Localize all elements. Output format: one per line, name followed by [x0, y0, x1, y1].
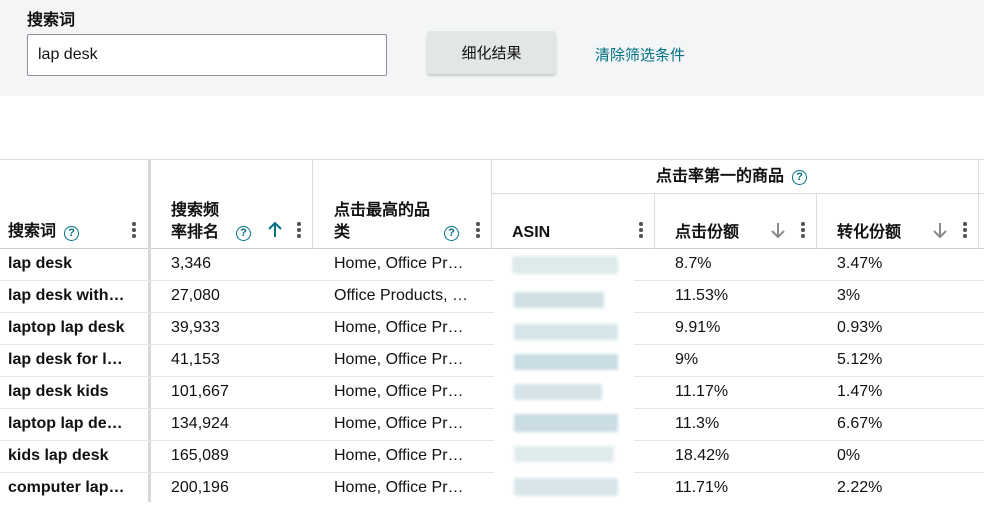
search-terms-table: 搜索词 ? 搜索频 率排名 ? 点击最高的品 类 ? 点击率第一的商品 ? AS…: [0, 159, 984, 502]
column-divider: [978, 159, 979, 249]
header-asin[interactable]: ASIN: [512, 222, 550, 244]
header-top-category-line1[interactable]: 点击最高的品: [334, 200, 430, 222]
header-click-share[interactable]: 点击份额: [675, 222, 739, 244]
click-share-cell: 9%: [675, 351, 699, 368]
clear-filters-link[interactable]: 清除筛选条件: [595, 44, 685, 65]
search-rank-cell: 134,924: [171, 415, 229, 432]
click-share-cell: 18.42%: [675, 447, 730, 464]
search-term-cell[interactable]: kids lap desk: [8, 441, 138, 472]
search-rank-cell: 165,089: [171, 447, 229, 464]
column-divider: [491, 159, 492, 249]
help-icon[interactable]: ?: [236, 226, 251, 241]
table-row: lap desk for l… 41,153 Home, Office Pr… …: [0, 345, 984, 377]
column-divider: [816, 194, 817, 249]
category-cell: Home, Office Pr…: [334, 415, 464, 432]
search-term-cell[interactable]: lap desk kids: [8, 377, 138, 408]
column-divider: [654, 194, 655, 249]
click-share-cell: 11.53%: [675, 287, 729, 304]
search-term-input[interactable]: [27, 34, 387, 76]
conversion-share-cell: 6.67%: [837, 415, 883, 432]
column-menu-icon[interactable]: [801, 222, 805, 238]
category-cell: Home, Office Pr…: [334, 319, 464, 336]
header-conversion-share[interactable]: 转化份额: [837, 222, 901, 244]
group-header-divider: [492, 193, 984, 194]
conversion-share-cell: 3%: [837, 287, 861, 304]
header-top-category-line2[interactable]: 类: [334, 222, 350, 244]
search-rank-cell: 101,667: [171, 383, 229, 400]
group-header-top-clicked-product: 点击率第一的商品: [656, 168, 785, 185]
help-icon[interactable]: ?: [444, 226, 459, 241]
click-share-cell: 11.17%: [675, 383, 729, 400]
click-share-cell: 11.3%: [675, 415, 720, 432]
search-term-cell[interactable]: lap desk for l…: [8, 345, 138, 376]
search-term-label: 搜索词: [27, 12, 76, 29]
column-menu-icon[interactable]: [132, 222, 136, 238]
conversion-share-cell: 1.47%: [837, 383, 883, 400]
search-rank-cell: 27,080: [171, 287, 220, 304]
search-term-cell[interactable]: laptop lap de…: [8, 409, 138, 440]
column-menu-icon[interactable]: [963, 222, 967, 238]
category-cell: Home, Office Pr…: [334, 255, 464, 272]
table-row: lap desk 3,346 Home, Office Pr… 8.7% 3.4…: [0, 249, 984, 281]
asin-redacted-block: [494, 250, 634, 502]
conversion-share-cell: 0%: [837, 447, 861, 464]
help-icon[interactable]: ?: [792, 170, 807, 185]
table-row: lap desk kids 101,667 Home, Office Pr… 1…: [0, 377, 984, 409]
header-search-freq-rank-line2[interactable]: 率排名: [171, 222, 219, 244]
search-rank-cell: 41,153: [171, 351, 220, 368]
header-search-term[interactable]: 搜索词: [8, 221, 56, 243]
table-row: laptop lap desk 39,933 Home, Office Pr… …: [0, 313, 984, 345]
header-search-freq-rank-line1[interactable]: 搜索频: [171, 200, 219, 222]
table-row: computer lap… 200,196 Home, Office Pr… 1…: [0, 473, 984, 505]
search-term-cell[interactable]: lap desk: [8, 249, 138, 280]
click-share-cell: 8.7%: [675, 255, 712, 272]
help-icon[interactable]: ?: [64, 226, 79, 241]
search-term-cell[interactable]: laptop lap desk: [8, 313, 138, 344]
conversion-share-cell: 0.93%: [837, 319, 883, 336]
search-rank-cell: 3,346: [171, 255, 212, 272]
category-cell: Office Products, …: [334, 287, 468, 304]
conversion-share-cell: 3.47%: [837, 255, 883, 272]
sort-ascending-icon[interactable]: [266, 221, 284, 239]
column-divider: [312, 159, 313, 249]
click-share-cell: 9.91%: [675, 319, 721, 336]
category-cell: Home, Office Pr…: [334, 351, 464, 368]
refine-results-button[interactable]: 细化结果: [427, 31, 556, 74]
sort-descending-icon[interactable]: [931, 221, 949, 239]
column-menu-icon[interactable]: [297, 222, 301, 238]
filter-panel: 搜索词 细化结果 清除筛选条件: [0, 0, 984, 96]
column-menu-icon[interactable]: [639, 222, 643, 238]
search-rank-cell: 200,196: [171, 479, 229, 496]
category-cell: Home, Office Pr…: [334, 447, 464, 464]
search-term-cell[interactable]: lap desk with…: [8, 281, 138, 312]
click-share-cell: 11.71%: [675, 479, 729, 496]
table-row: lap desk with… 27,080 Office Products, ……: [0, 281, 984, 313]
conversion-share-cell: 5.12%: [837, 351, 883, 368]
conversion-share-cell: 2.22%: [837, 479, 883, 496]
category-cell: Home, Office Pr…: [334, 383, 464, 400]
table-row: laptop lap de… 134,924 Home, Office Pr… …: [0, 409, 984, 441]
column-menu-icon[interactable]: [476, 222, 480, 238]
search-term-cell[interactable]: computer lap…: [8, 473, 138, 504]
category-cell: Home, Office Pr…: [334, 479, 464, 496]
search-rank-cell: 39,933: [171, 319, 220, 336]
sort-descending-icon[interactable]: [769, 221, 787, 239]
table-row: kids lap desk 165,089 Home, Office Pr… 1…: [0, 441, 984, 473]
